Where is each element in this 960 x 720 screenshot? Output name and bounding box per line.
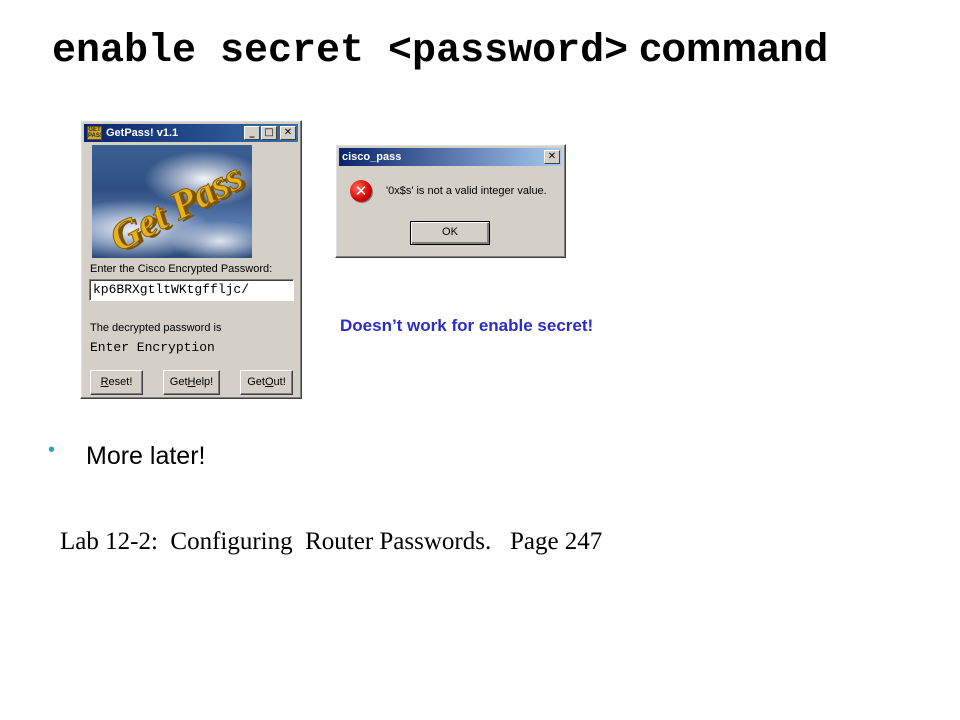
lab-reference: Lab 12-2: Configuring Router Passwords. …: [60, 528, 603, 555]
minimize-button[interactable]: _: [244, 126, 260, 140]
getpass-window: GET PASS GetPass! v1.1 _ □ ✕ Get Pass Ge…: [80, 120, 302, 399]
decrypted-password-value: Enter Encryption: [90, 340, 215, 355]
error-message: '0x$s' is not a valid integer value.: [386, 185, 547, 197]
bullet-text: More later!: [86, 442, 206, 470]
encrypted-password-label: Enter the Cisco Encrypted Password:: [90, 263, 273, 275]
get-help-button[interactable]: GetHelp!: [163, 370, 220, 395]
encrypted-password-input[interactable]: kp6BRXgtltWKtgffljc/: [89, 279, 294, 301]
getpass-logo-art: Get Pass Get Pass: [92, 145, 252, 258]
getpass-window-title: GetPass! v1.1: [106, 127, 179, 139]
error-x-icon: ✕: [350, 180, 372, 202]
close-button[interactable]: ✕: [280, 126, 296, 140]
get-out-button[interactable]: GetOut!: [240, 370, 293, 395]
decrypted-password-label: The decrypted password is: [90, 322, 222, 334]
note-text: Doesn’t work for enable secret!: [340, 316, 594, 335]
getpass-logo-image: Get Pass Get Pass: [102, 153, 252, 258]
error-dialog-title: cisco_pass: [342, 151, 402, 163]
dialog-close-button[interactable]: ✕: [544, 150, 560, 164]
error-dialog-titlebar[interactable]: cisco_pass ✕: [339, 148, 562, 166]
reset-button[interactable]: Reset!: [90, 370, 143, 395]
slide-title: enable secret <password> command: [52, 26, 828, 76]
getpass-app-icon: GET PASS: [87, 126, 102, 140]
ok-button[interactable]: OK: [410, 221, 490, 245]
bullet-item: • More later!: [48, 439, 206, 471]
title-suffix: command: [639, 26, 829, 70]
maximize-button[interactable]: □: [261, 126, 277, 140]
error-dialog: cisco_pass ✕ ✕ '0x$s' is not a valid int…: [335, 144, 566, 258]
bullet-dot-icon: •: [48, 439, 56, 461]
title-command: enable secret <password>: [52, 29, 629, 74]
getpass-titlebar[interactable]: GET PASS GetPass! v1.1 _ □ ✕: [84, 124, 298, 142]
